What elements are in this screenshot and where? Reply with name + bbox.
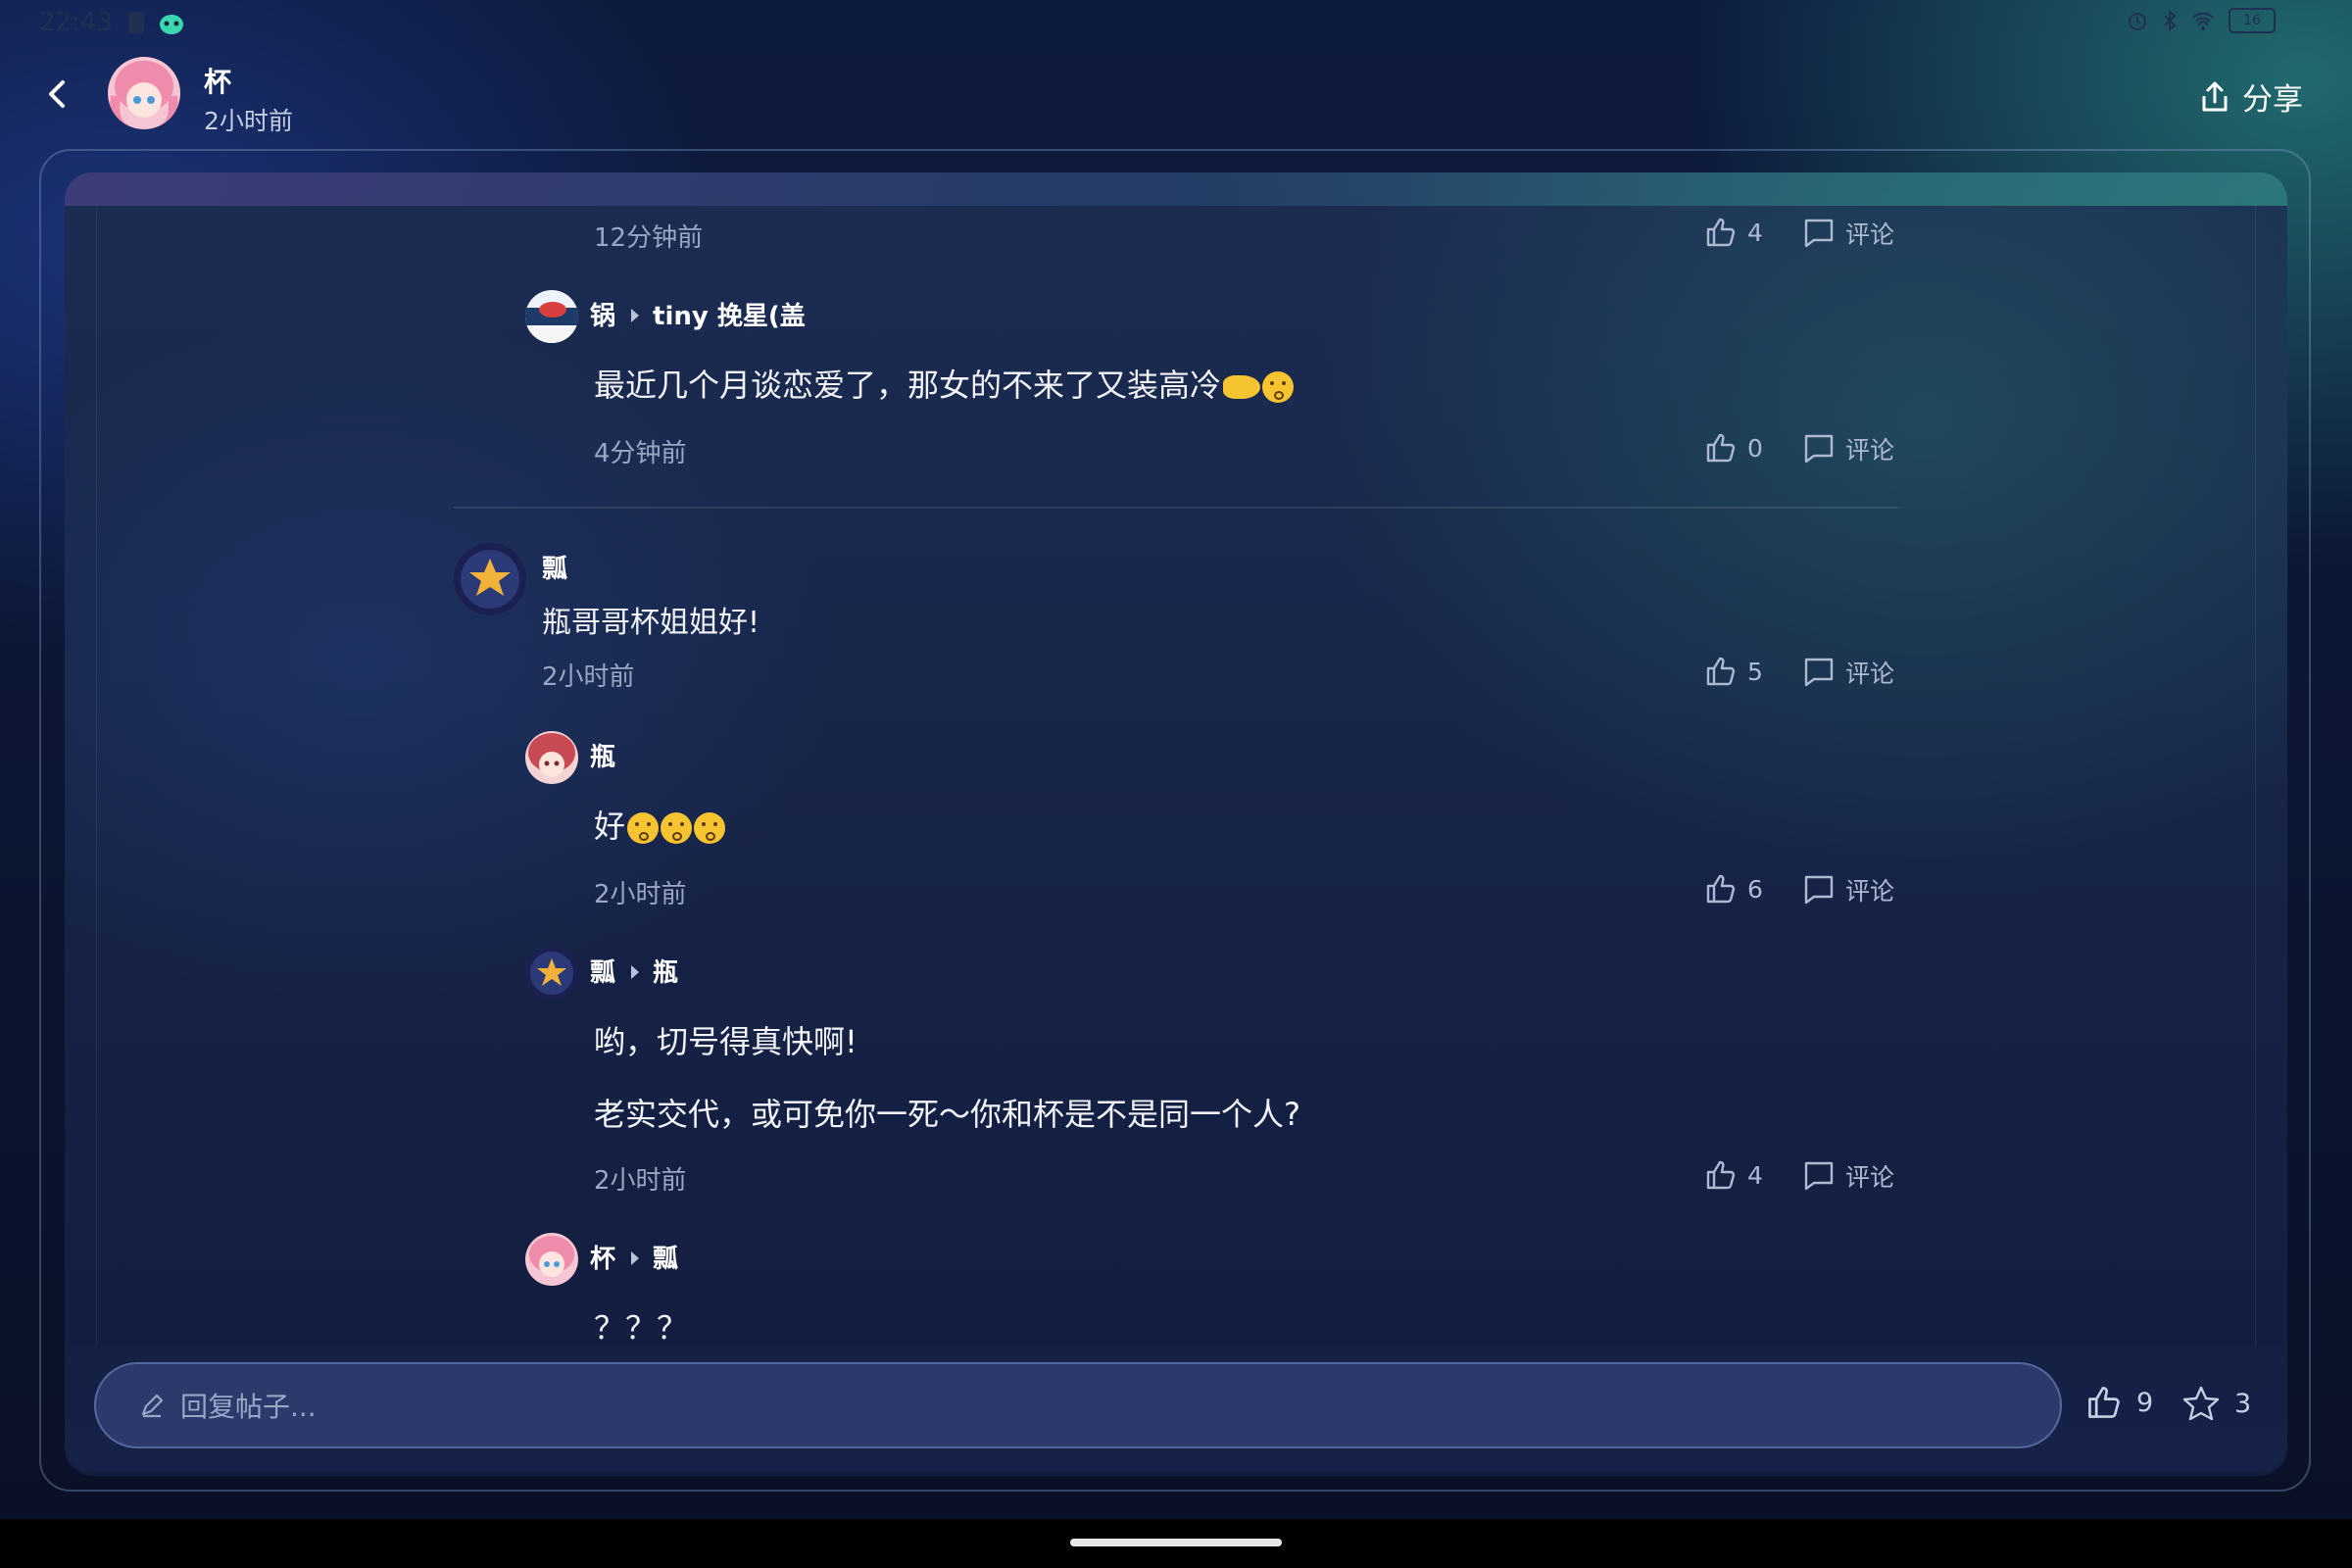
thumb-up-icon	[1706, 433, 1736, 463]
sim-icon	[128, 12, 144, 33]
comment-icon	[1804, 875, 1834, 905]
comment-button[interactable]: 评论	[1802, 655, 1894, 690]
post-like-count: 9	[2136, 1387, 2154, 1418]
comment-text-line2: 老实交代，或可免你一死～你和杯是不是同一个人?	[594, 1096, 1300, 1133]
pencil-icon	[141, 1394, 164, 1418]
share-label: 分享	[2242, 82, 2303, 118]
status-time: 22:43	[39, 8, 113, 37]
reply-to-name[interactable]: tiny 挽星(盖	[653, 302, 806, 331]
share-icon	[2202, 81, 2228, 111]
comment-icon	[1804, 1161, 1834, 1191]
kissing-emoji-icon	[627, 812, 660, 844]
comment-label: 评论	[1845, 877, 1895, 906]
comment-icon	[1804, 434, 1834, 464]
like-button[interactable]: 4	[1704, 216, 1763, 249]
reply-arrow-icon	[631, 1251, 640, 1265]
reply-input[interactable]: 回复帖子...	[94, 1362, 2062, 1448]
comment-icon	[1804, 219, 1834, 248]
reply-arrow-icon	[631, 965, 640, 979]
app-notification-icon	[160, 15, 183, 34]
author-name[interactable]: 瓶	[590, 743, 615, 772]
comment-text-content: 最近几个月谈恋爱了，那女的不来了又装高冷	[594, 367, 1222, 404]
reply-arrow-icon	[631, 309, 640, 322]
status-bar: 22:43 16	[0, 0, 2352, 47]
share-button[interactable]: 分享	[2199, 74, 2303, 119]
author-name[interactable]: 瓢	[590, 958, 615, 988]
comment-button[interactable]: 评论	[1802, 872, 1894, 907]
comment-text: 好	[594, 802, 726, 847]
bluetooth-icon	[2164, 10, 2177, 31]
back-icon[interactable]	[37, 74, 76, 114]
like-button[interactable]: 0	[1704, 431, 1763, 465]
comment-label: 评论	[1845, 660, 1895, 688]
author-name[interactable]: 杯	[590, 1245, 615, 1274]
avatar[interactable]	[525, 947, 578, 1000]
like-button[interactable]: 6	[1704, 872, 1763, 906]
reply-to-name[interactable]: 瓶	[653, 958, 678, 988]
comment-time: 4分钟前	[594, 439, 687, 468]
author-name[interactable]: 瓢	[542, 555, 567, 584]
favorite-count: 3	[2234, 1388, 2252, 1419]
battery-icon: 16	[2229, 8, 2276, 33]
comment-time: 2小时前	[542, 662, 635, 692]
avatar[interactable]	[525, 731, 578, 784]
like-count: 4	[1747, 1160, 1763, 1190]
comment-time: 2小时前	[594, 880, 687, 909]
star-icon	[2182, 1386, 2220, 1421]
like-button[interactable]: 4	[1704, 1158, 1763, 1192]
comment-list[interactable]: 12分钟前 4 评论 锅 tiny 挽星(盖 最近几个月谈恋爱了，那女的不来了又装…	[96, 204, 2256, 1347]
comment-author[interactable]: 瓢瓶	[590, 953, 678, 989]
like-button[interactable]: 5	[1704, 655, 1763, 688]
status-icons: 16	[2127, 8, 2276, 33]
thumb-up-icon	[1706, 657, 1736, 686]
kissing-emoji-icon	[661, 812, 693, 844]
like-count: 4	[1747, 218, 1763, 247]
comment-time: 12分钟前	[594, 223, 704, 253]
reply-placeholder: 回复帖子...	[180, 1391, 317, 1423]
like-count: 0	[1747, 433, 1763, 463]
avatar[interactable]	[454, 543, 526, 615]
comment-icon	[1804, 658, 1834, 687]
pointing-hand-emoji-icon	[1223, 375, 1261, 399]
sneezing-emoji-icon	[694, 812, 726, 844]
comment-text: 瓶哥哥杯姐姐好!	[542, 606, 760, 640]
comment-author[interactable]: 瓢	[542, 549, 567, 585]
post-author-name[interactable]: 杯	[204, 61, 231, 100]
comment-author[interactable]: 瓶	[590, 737, 615, 773]
comment-label: 评论	[1845, 436, 1895, 465]
comment-time: 2小时前	[594, 1166, 687, 1196]
comment-author[interactable]: 锅 tiny 挽星(盖	[590, 296, 806, 332]
post-like-button[interactable]: 9	[2085, 1384, 2153, 1421]
comment-text-content: 好	[594, 808, 626, 845]
comment-text-line1: 哟，切号得真快啊!	[594, 1023, 858, 1060]
comment-button[interactable]: 评论	[1802, 431, 1894, 466]
author-name[interactable]: 锅	[590, 302, 615, 331]
comment-author[interactable]: 杯瓢	[590, 1239, 678, 1275]
comment-label: 评论	[1845, 220, 1895, 249]
alarm-icon	[2129, 13, 2146, 30]
comment-text: ？？？	[594, 1309, 689, 1347]
comment-label: 评论	[1845, 1163, 1895, 1192]
laughing-emoji-icon	[1262, 371, 1295, 403]
post-time: 2小时前	[204, 107, 293, 135]
comment-button[interactable]: 评论	[1802, 1158, 1894, 1194]
wifi-icon	[2192, 12, 2214, 30]
thumb-up-icon	[1706, 218, 1736, 247]
divider	[454, 507, 1898, 509]
thumb-up-icon	[2088, 1387, 2120, 1418]
home-indicator[interactable]	[1070, 1539, 1282, 1546]
reply-to-name[interactable]: 瓢	[653, 1245, 678, 1274]
avatar[interactable]	[525, 290, 578, 343]
favorite-button[interactable]: 3	[2181, 1384, 2251, 1423]
like-count: 6	[1747, 874, 1763, 904]
like-count: 5	[1747, 657, 1763, 686]
comment-button[interactable]: 评论	[1802, 216, 1894, 251]
thumb-up-icon	[1706, 874, 1736, 904]
avatar[interactable]	[525, 1233, 578, 1286]
thumb-up-icon	[1706, 1160, 1736, 1190]
author-avatar[interactable]	[108, 57, 180, 129]
comment-text: 最近几个月谈恋爱了，那女的不来了又装高冷	[594, 361, 1295, 406]
